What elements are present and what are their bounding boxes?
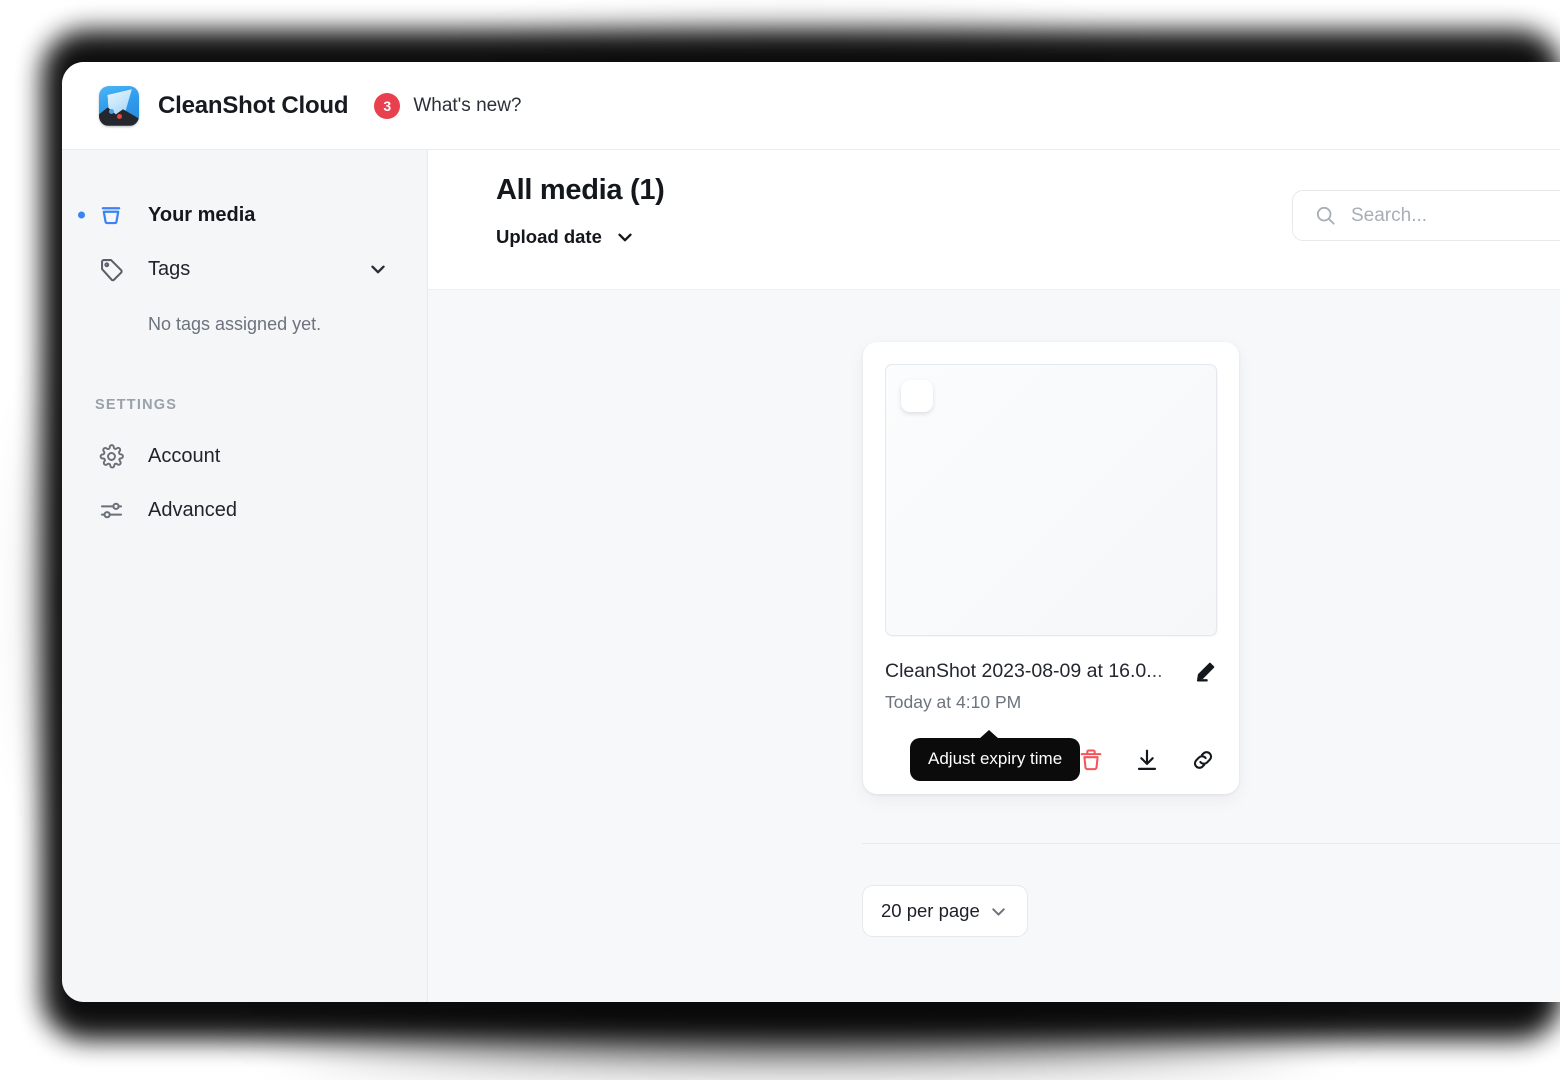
file-name-row: CleanShot 2023-08-09 at 16.0... bbox=[885, 660, 1217, 683]
select-checkbox[interactable] bbox=[901, 380, 933, 412]
titlebar: CleanShot Cloud 3 What's new? bbox=[62, 62, 1560, 150]
page-title: All media (1) bbox=[496, 174, 665, 206]
whats-new-badge: 3 bbox=[374, 92, 401, 119]
sliders-icon bbox=[96, 495, 126, 525]
tooltip: Adjust expiry time bbox=[910, 730, 1081, 781]
bucket-icon bbox=[96, 200, 126, 230]
chevron-down-icon bbox=[988, 901, 1009, 922]
tooltip-arrow bbox=[979, 730, 999, 739]
file-name: CleanShot 2023-08-09 at 16.0... bbox=[885, 660, 1163, 682]
search-icon bbox=[1314, 204, 1337, 227]
search-box[interactable] bbox=[1292, 190, 1560, 241]
per-page-dropdown[interactable]: 20 per page bbox=[862, 885, 1028, 937]
whats-new-button[interactable]: 3 What's new? bbox=[374, 92, 522, 119]
sidebar-item-advanced[interactable]: Advanced bbox=[62, 483, 427, 537]
main-panel: All media (1) Upload date Search... Clea… bbox=[428, 150, 1560, 1002]
footer-divider bbox=[862, 843, 1560, 844]
media-thumbnail[interactable] bbox=[885, 364, 1217, 636]
chevron-down-icon[interactable] bbox=[367, 258, 389, 280]
tags-empty-message: No tags assigned yet. bbox=[148, 314, 322, 334]
whats-new-label: What's new? bbox=[413, 94, 522, 116]
settings-section-heading: SETTINGS bbox=[95, 397, 178, 413]
media-grid-area: CleanShot 2023-08-09 at 16.0... Today at… bbox=[428, 290, 1560, 1002]
app-icon-blue-dot bbox=[109, 108, 115, 114]
search-input[interactable] bbox=[1351, 204, 1560, 227]
sidebar-item-label: Your media bbox=[148, 203, 256, 226]
sidebar-item-your-media[interactable]: Your media bbox=[62, 188, 427, 242]
sidebar: Your media Tags No tags assigned yet. SE… bbox=[62, 150, 428, 1002]
window-body: Your media Tags No tags assigned yet. SE… bbox=[62, 150, 1560, 1002]
chevron-down-icon bbox=[614, 226, 636, 248]
edit-pencil-icon[interactable] bbox=[1194, 660, 1217, 683]
main-header: All media (1) Upload date bbox=[428, 150, 1560, 290]
gear-icon bbox=[96, 441, 126, 471]
tag-icon bbox=[96, 254, 126, 284]
file-date: Today at 4:10 PM bbox=[885, 692, 1022, 712]
sidebar-item-tags[interactable]: Tags bbox=[62, 242, 427, 296]
active-indicator-dot bbox=[78, 211, 85, 219]
sidebar-item-label: Tags bbox=[148, 257, 191, 280]
sort-dropdown[interactable]: Upload date bbox=[496, 226, 665, 248]
trash-icon[interactable] bbox=[1076, 745, 1105, 775]
download-icon[interactable] bbox=[1132, 745, 1161, 775]
app-window: CleanShot Cloud 3 What's new? Your media bbox=[62, 62, 1560, 1002]
sort-label: Upload date bbox=[496, 226, 602, 247]
link-icon[interactable] bbox=[1188, 745, 1217, 775]
sidebar-item-label: Advanced bbox=[148, 498, 237, 521]
sidebar-item-account[interactable]: Account bbox=[62, 429, 427, 483]
per-page-label: 20 per page bbox=[881, 900, 980, 921]
app-title: CleanShot Cloud bbox=[158, 91, 349, 119]
tooltip-text: Adjust expiry time bbox=[928, 749, 1063, 768]
media-card[interactable]: CleanShot 2023-08-09 at 16.0... Today at… bbox=[863, 342, 1239, 794]
cleanshot-app-icon bbox=[99, 85, 139, 126]
sidebar-item-label: Account bbox=[148, 444, 221, 467]
